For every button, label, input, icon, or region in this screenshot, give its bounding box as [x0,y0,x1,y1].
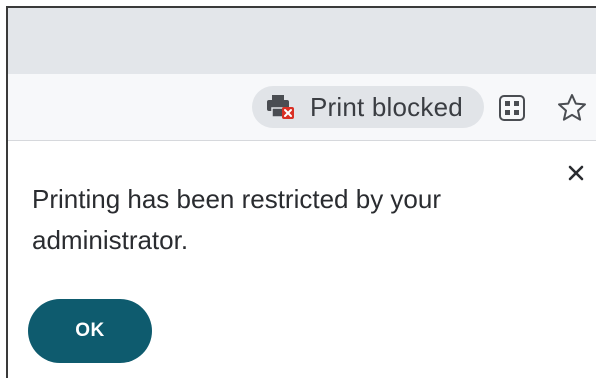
browser-toolbar: Print blocked [8,74,596,141]
print-blocked-dialog: Printing has been restricted by your adm… [8,141,596,378]
ok-button[interactable]: OK [28,299,152,363]
qr-code-icon [498,95,526,126]
print-blocked-chip[interactable]: Print blocked [252,86,484,128]
printer-blocked-icon [266,94,296,120]
close-icon [564,165,588,189]
tab-strip [8,8,596,74]
print-blocked-label: Print blocked [310,91,463,122]
bookmark-star-button[interactable] [556,92,588,124]
qr-code-button[interactable] [498,94,526,122]
star-icon [556,94,588,128]
close-button[interactable] [564,161,588,185]
dialog-message: Printing has been restricted by your adm… [32,184,441,255]
browser-window: Print blocked Printing has been restrict… [6,6,596,378]
